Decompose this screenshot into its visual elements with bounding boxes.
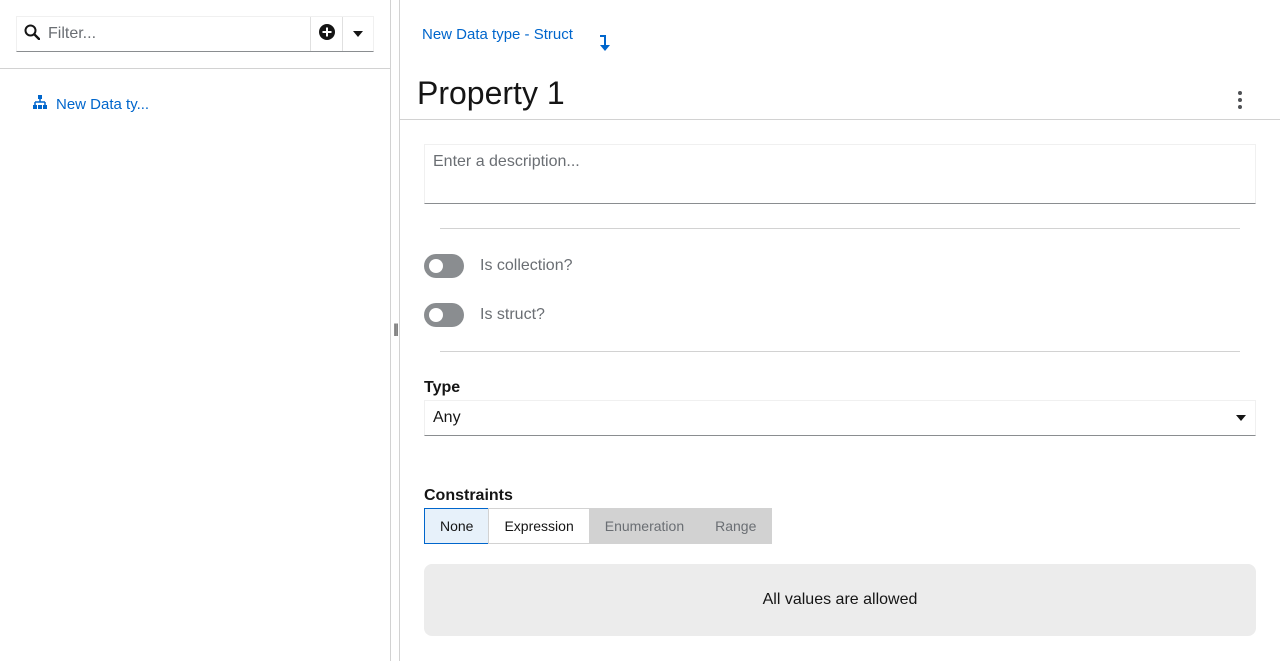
breadcrumb-link[interactable]: New Data type - Struct (422, 26, 573, 43)
filter-input[interactable] (48, 25, 288, 43)
constraints-info-panel: All values are allowed (424, 564, 1256, 636)
caret-down-icon (352, 25, 364, 43)
is-struct-switch[interactable]: Is struct? (424, 303, 545, 327)
search-icon (24, 24, 41, 45)
constraint-enumeration-button: Enumeration (588, 508, 701, 544)
filter-group (16, 16, 374, 52)
data-type-tree-icon (32, 95, 48, 113)
caret-down-icon (1235, 409, 1247, 427)
type-label: Type (424, 379, 461, 396)
plus-circle-icon (318, 23, 335, 45)
filter-box[interactable] (17, 17, 311, 51)
switch-track[interactable] (424, 303, 464, 327)
kebab-menu-icon[interactable] (1232, 90, 1248, 110)
description-field[interactable]: Enter a description... (424, 144, 1256, 204)
tree-item-label: New Data ty... (56, 95, 150, 113)
jump-to-parent-icon[interactable] (598, 34, 612, 57)
add-button[interactable] (311, 17, 342, 51)
data-type-editor: New Data ty... || New Data type - Struct… (0, 0, 1280, 661)
header-divider (400, 119, 1280, 120)
sidebar-toolbar (0, 0, 390, 69)
switch-track[interactable] (424, 254, 464, 278)
description-placeholder: Enter a description... (433, 153, 580, 170)
splitter-grip-icon: || (393, 322, 399, 336)
constraints-label: Constraints (424, 487, 513, 504)
constraint-none-button[interactable]: None (424, 508, 490, 544)
is-collection-switch[interactable]: Is collection? (424, 254, 573, 278)
constraints-info-text: All values are allowed (762, 591, 918, 608)
tree-item-new-data-type[interactable]: New Data ty... (32, 95, 149, 113)
is-collection-label: Is collection? (480, 257, 573, 274)
type-select-value: Any (433, 409, 461, 426)
left-sidebar: New Data ty... (0, 0, 391, 661)
constraint-range-button: Range (699, 508, 773, 544)
dropdown-toggle-button[interactable] (342, 17, 373, 51)
divider (440, 351, 1240, 352)
divider (440, 228, 1240, 229)
property-editor: New Data type - Struct Property 1 Enter … (400, 0, 1280, 661)
is-struct-label: Is struct? (480, 306, 545, 323)
switch-knob (429, 308, 443, 322)
page-title: Property 1 (417, 75, 565, 111)
constraint-expression-button[interactable]: Expression (488, 508, 590, 544)
constraints-toggle-group: None Expression Enumeration Range (424, 508, 773, 544)
type-select[interactable]: Any (424, 400, 1256, 436)
switch-knob (429, 259, 443, 273)
panel-splitter[interactable]: || (391, 0, 400, 661)
